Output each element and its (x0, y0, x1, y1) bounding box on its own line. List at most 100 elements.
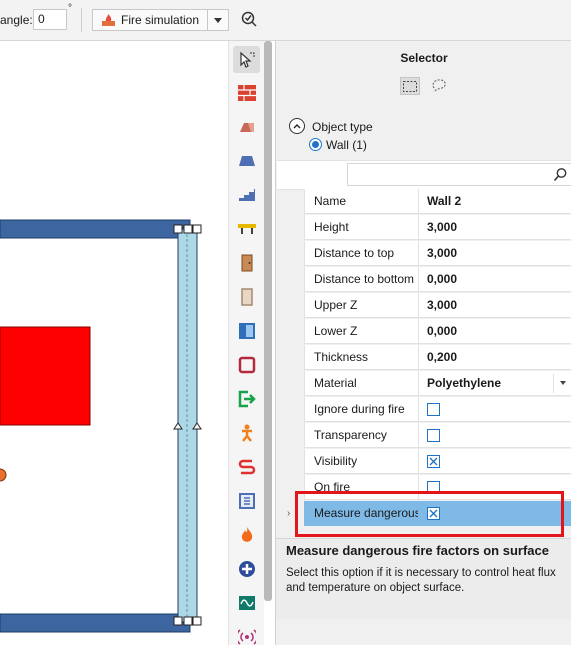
door-icon (241, 254, 252, 271)
fire-simulation-dropdown[interactable] (208, 9, 229, 31)
property-search-box[interactable] (347, 163, 571, 186)
extinguisher-icon (238, 560, 255, 577)
material-dropdown[interactable]: Polyethylene (419, 371, 571, 396)
property-row-name[interactable]: Name Wall 2 (304, 189, 571, 215)
object-type-collapse-button[interactable] (289, 118, 305, 134)
brick-wall-icon (237, 84, 256, 101)
sensor-icon (238, 595, 255, 610)
property-row-upper-z[interactable]: Upper Z 3,000 (304, 293, 571, 319)
room-tool[interactable] (233, 351, 260, 378)
cursor-icon (239, 51, 254, 68)
property-search-row (277, 160, 571, 190)
route-tool[interactable] (233, 453, 260, 480)
property-name: Transparency (304, 423, 419, 448)
checkmark-x-icon (429, 509, 438, 518)
chevron-down-icon (214, 17, 222, 23)
beam-icon (237, 223, 256, 234)
select-tool[interactable] (233, 46, 260, 73)
visibility-checkbox[interactable] (427, 455, 440, 468)
opening-tool[interactable] (233, 283, 260, 310)
property-value[interactable]: 3,000 (419, 241, 571, 266)
drawing-canvas[interactable] (0, 41, 228, 645)
property-name: Ignore during fire (304, 397, 419, 422)
area-tool[interactable] (233, 487, 260, 514)
window-icon (238, 322, 255, 339)
wall-type-radio[interactable] (309, 138, 322, 151)
top-toolbar: angle: 0 ° Fire simulation (0, 0, 571, 41)
property-name: Name (304, 189, 419, 214)
wall-type-label: Wall (1) (326, 138, 367, 152)
property-row-thickness[interactable]: Thickness 0,200 (304, 345, 571, 371)
ignore-during-fire-checkbox[interactable] (427, 403, 440, 416)
person-icon (241, 424, 252, 442)
tool-strip-scrollbar[interactable] (264, 41, 272, 601)
property-name: Height (304, 215, 419, 240)
sensor-tool[interactable] (233, 589, 260, 616)
property-row-height[interactable]: Height 3,000 (304, 215, 571, 241)
stairs-tool[interactable] (233, 181, 260, 208)
property-row-transparency[interactable]: Transparency (304, 423, 571, 449)
property-name: Thickness (304, 345, 419, 370)
window-tool[interactable] (233, 317, 260, 344)
property-value[interactable]: 0,000 (419, 267, 571, 292)
angle-input[interactable]: 0 (33, 9, 67, 30)
fire-tool[interactable] (233, 521, 260, 548)
wall-bottom (0, 613, 191, 633)
roof-tool[interactable] (233, 147, 260, 174)
property-row-on-fire[interactable]: On fire (304, 475, 571, 501)
property-value[interactable]: 0,200 (419, 345, 571, 370)
roof-icon (238, 155, 255, 166)
angle-label: angle: (0, 13, 33, 27)
property-row-visibility[interactable]: Visibility (304, 449, 571, 475)
property-value[interactable]: Wall 2 (419, 189, 571, 214)
description-text: Select this option if it is necessary to… (286, 567, 556, 594)
checkmark-x-icon (429, 457, 438, 466)
extinguish-tool[interactable] (233, 555, 260, 582)
measure-dangerous-checkbox[interactable] (427, 507, 440, 520)
area-icon (238, 492, 255, 509)
lasso-select-button[interactable] (428, 77, 450, 95)
material-value: Polyethylene (427, 376, 502, 390)
property-name: Distance to top (304, 241, 419, 266)
slab-icon (239, 122, 254, 132)
opening-icon (240, 287, 253, 306)
search-icon (553, 168, 567, 182)
floor-plan (0, 219, 202, 633)
person-tool[interactable] (233, 419, 260, 446)
fire-source (0, 326, 91, 426)
property-name: Lower Z (304, 319, 419, 344)
fire-icon (102, 13, 115, 26)
description-title: Measure dangerous fire factors on surfac… (286, 543, 549, 558)
chevron-up-icon (293, 124, 301, 129)
property-value[interactable]: 3,000 (419, 293, 571, 318)
transparency-checkbox[interactable] (427, 429, 440, 442)
angle-unit: ° (68, 3, 72, 14)
exit-icon (238, 390, 256, 407)
property-row-measure-dangerous[interactable]: Measure dangerous (304, 501, 571, 527)
check-tool-button[interactable] (241, 11, 257, 30)
property-row-lower-z[interactable]: Lower Z 0,000 (304, 319, 571, 345)
property-value[interactable]: 0,000 (419, 319, 571, 344)
exit-tool[interactable] (233, 385, 260, 412)
rectangle-select-icon (403, 80, 417, 92)
door-tool[interactable] (233, 249, 260, 276)
on-fire-checkbox[interactable] (427, 481, 440, 494)
chevron-down-icon[interactable] (560, 381, 566, 385)
wall-tool[interactable] (233, 79, 260, 106)
property-search-input[interactable] (351, 165, 545, 186)
route-icon (238, 459, 255, 474)
wall-top (0, 219, 191, 239)
property-row-distance-bottom[interactable]: Distance to bottom 0,000 (304, 267, 571, 293)
alarm-tool[interactable] (233, 623, 260, 650)
property-row-material[interactable]: Material Polyethylene (304, 371, 571, 397)
rectangle-select-button[interactable] (400, 77, 420, 95)
property-row-ignore-fire[interactable]: Ignore during fire (304, 397, 571, 423)
beam-tool[interactable] (233, 215, 260, 242)
fire-simulation-button[interactable]: Fire simulation (92, 9, 208, 31)
property-value[interactable]: 3,000 (419, 215, 571, 240)
alarm-icon (237, 628, 256, 645)
stairs-icon (238, 188, 255, 201)
property-row-distance-top[interactable]: Distance to top 3,000 (304, 241, 571, 267)
expand-arrow-icon[interactable]: › (287, 508, 290, 519)
slab-tool[interactable] (233, 113, 260, 140)
